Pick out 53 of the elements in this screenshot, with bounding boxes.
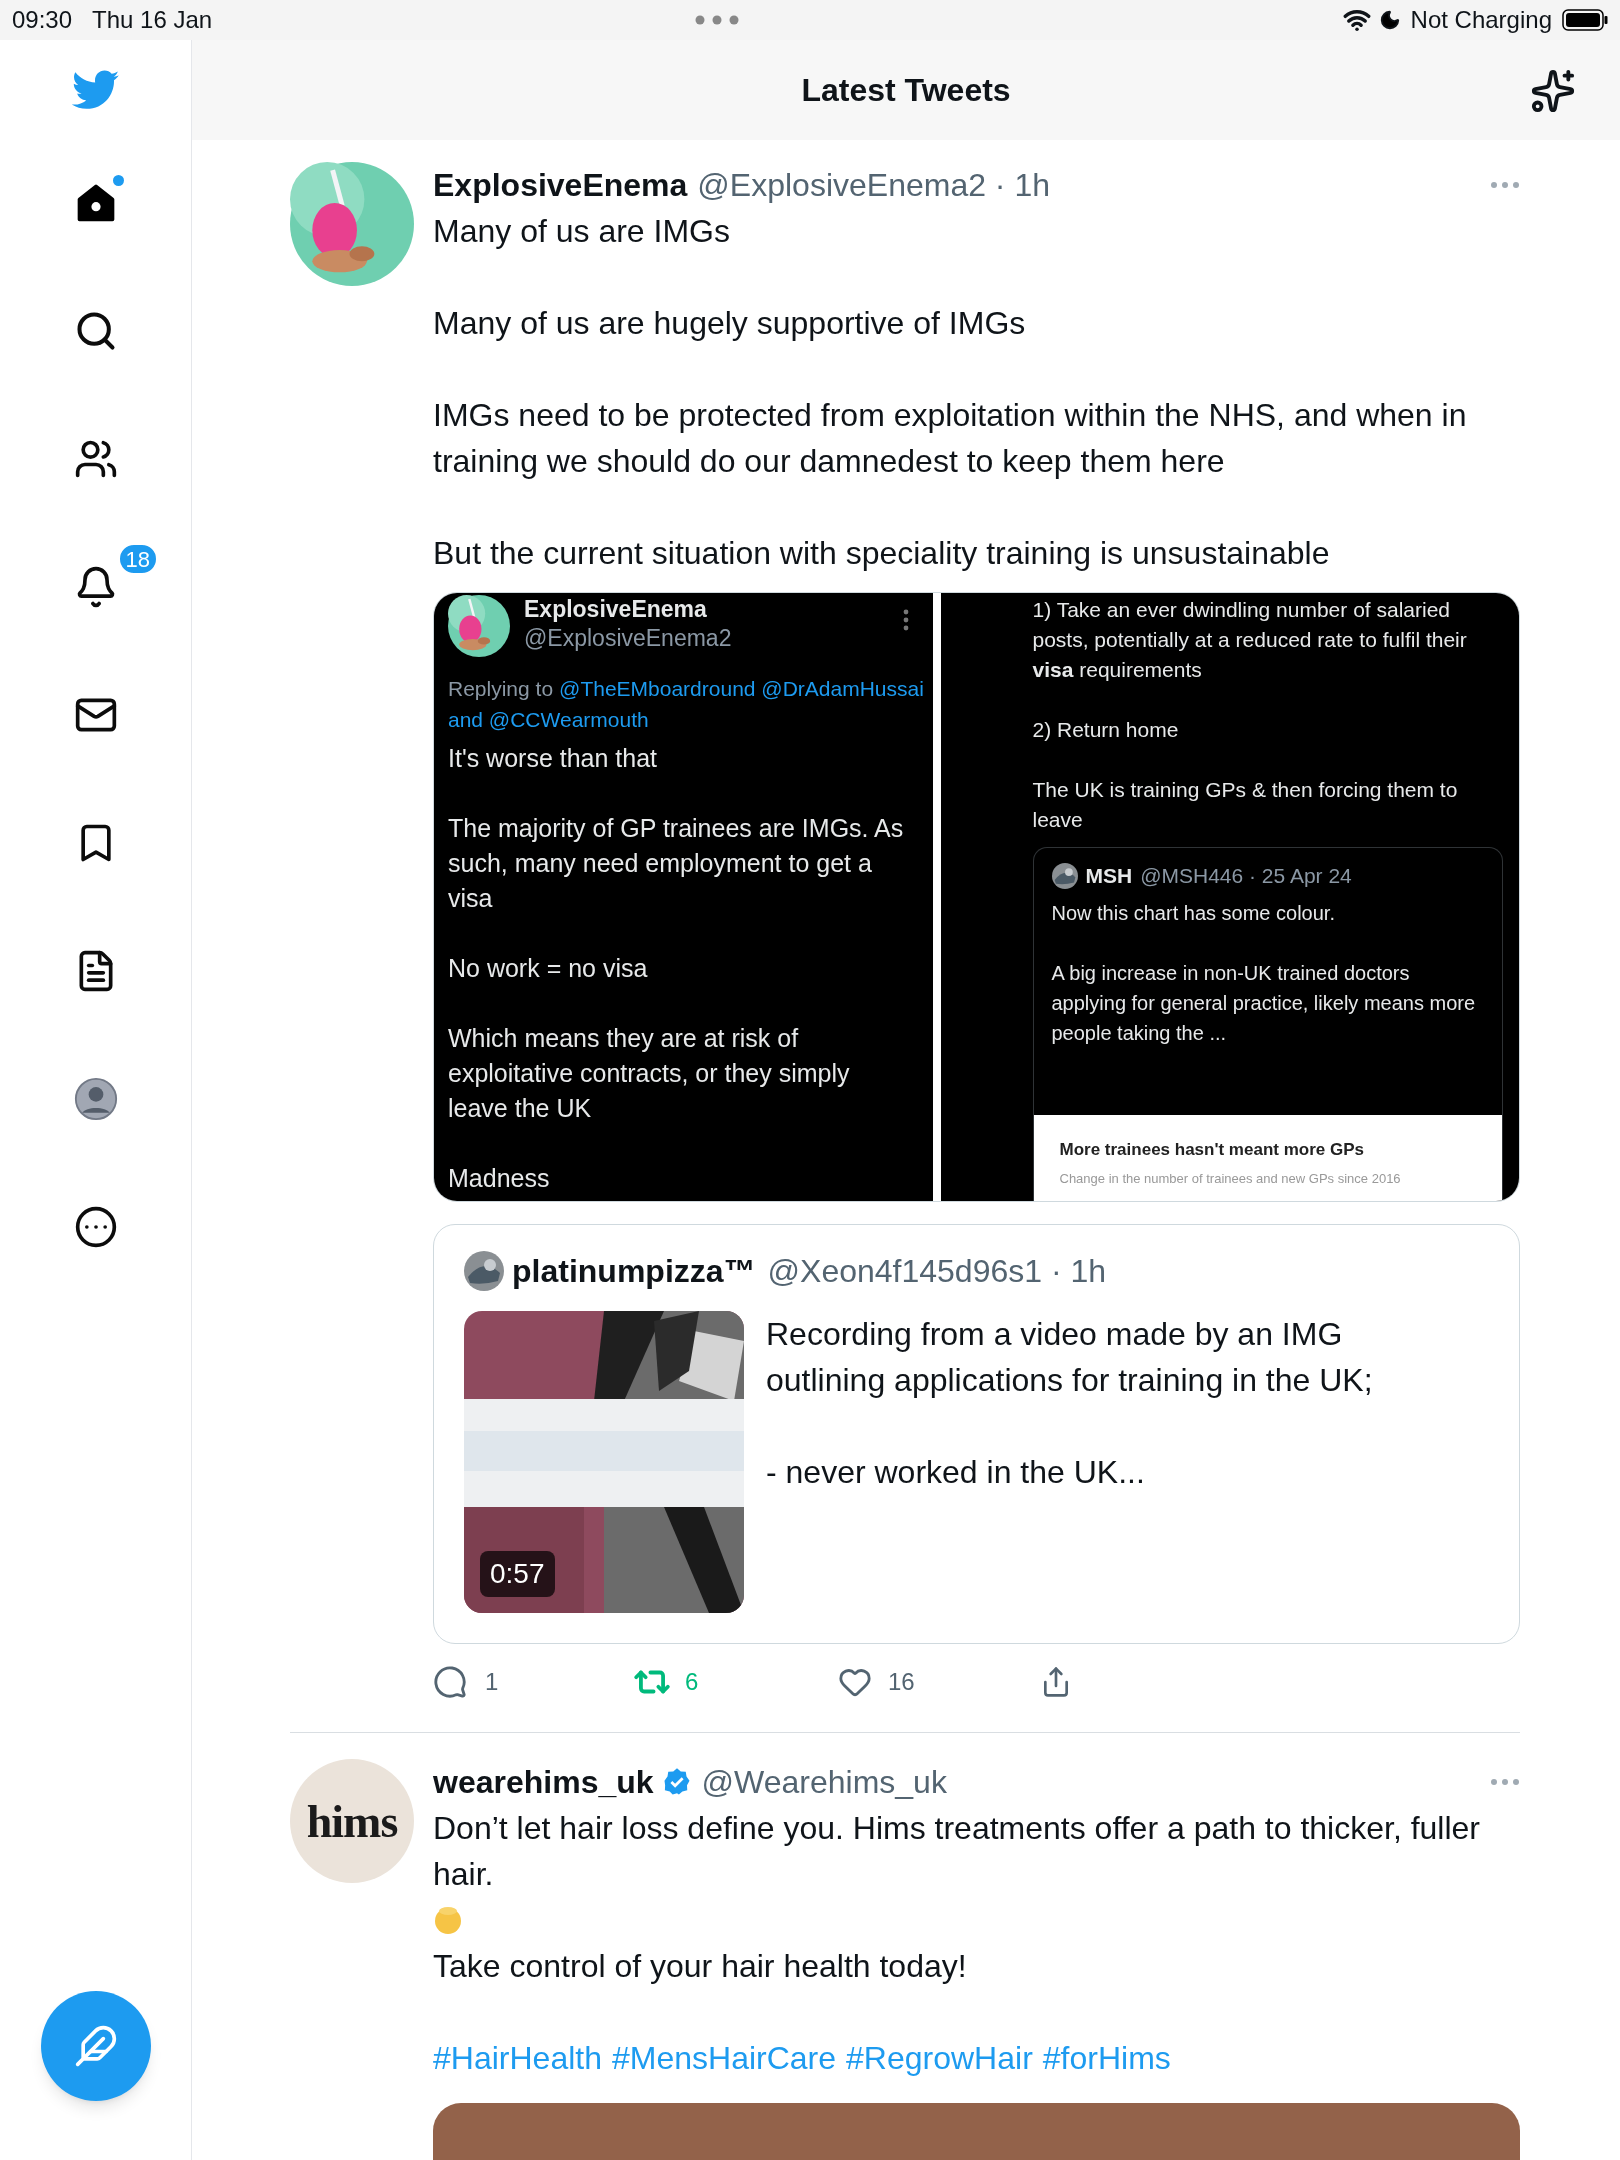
author-handle: @Xeon4f145d96s1 · 1h: [767, 1252, 1107, 1291]
tweet-text: Don’t let hair loss define you. Hims treatments offer a path to thicker, fuller hair.: [433, 1809, 1481, 1894]
tweet-text: It's worse than that: [448, 743, 659, 774]
tweet-text: The majority of GP trainees are IMGs. As such, many need employment to get a visa: [448, 813, 905, 914]
status-date: Thu 16 Jan: [92, 5, 213, 35]
page-title: Latest Tweets: [801, 71, 1011, 110]
sidebar-item[interactable]: [73, 1077, 118, 1121]
kebab-icon: [902, 609, 909, 631]
tweet-text: Madness: [448, 1163, 551, 1194]
author-name[interactable]: ExplosiveEnema: [433, 161, 688, 209]
tweet-text: But the current situation with speciality training is unsustainable: [433, 534, 1331, 573]
author-handle: @ExplosiveEnema2: [524, 624, 732, 653]
tweet-text: Which means they are at risk of exploitative contracts, or they simply leave the UK: [448, 1023, 851, 1124]
tweet-text: Now this chart has some colour.: [1051, 900, 1336, 926]
author-name: platinumpizza™: [512, 1252, 756, 1291]
author-handle: @Wearehims_uk: [701, 1763, 947, 1802]
status-time: 09:30: [12, 5, 73, 35]
tweet-text: The UK is training GPs & then forcing them to leave: [1032, 777, 1459, 833]
moon-icon: [1378, 9, 1401, 31]
video-thumbnail[interactable]: 0:57: [464, 1311, 744, 1613]
sparkle-icon[interactable]: [1530, 68, 1576, 114]
tweet-text: Many of us are hugely supportive of IMGs: [433, 304, 1027, 343]
replying-label: Replying to: [448, 676, 554, 702]
like-button[interactable]: 16: [838, 1664, 1040, 1700]
video-duration: 0:57: [480, 1551, 555, 1597]
tweet-text: Take control of your hair health today!: [433, 1947, 968, 1986]
tweet-text: Recording from a video made by an IMG outlining applications for training in the UK;: [766, 1315, 1374, 1400]
tweet-text: A big increase in non-UK trained doctors applying for general practice, likely means more people taking the ...: [1051, 960, 1477, 1046]
author-handle: @MSH446 · 25 Apr 24: [1140, 863, 1352, 889]
comment-icon: [433, 1665, 467, 1699]
tweet-text: - never worked in the UK...: [766, 1453, 1146, 1492]
author-name[interactable]: wearehims_uk: [433, 1758, 654, 1806]
author-name: MSH: [1085, 863, 1133, 889]
author-handle: @ExplosiveEnema2 · 1h: [697, 166, 1050, 205]
dots-icon: [695, 15, 740, 25]
battery-icon: [1562, 9, 1608, 31]
brand-avatar: hims: [290, 1759, 414, 1883]
charging-status: Not Charging: [1410, 5, 1552, 35]
sidebar-item[interactable]: [73, 1205, 118, 1249]
tweet-text: 2) Return home: [1032, 717, 1180, 743]
more-icon: [73, 1205, 118, 1249]
tweet-text: IMGs need to be protected from exploitation within the NHS, and when in training we should do our damnedest to keep them here: [433, 396, 1468, 481]
tweet-text: No work = no visa: [448, 953, 649, 984]
reply-button[interactable]: 1: [433, 1664, 633, 1700]
notification-badge: 18: [117, 543, 158, 575]
author-name: ExplosiveEnema: [524, 595, 708, 624]
quote-card[interactable]: platinumpizza™ @Xeon4f145d96s1 · 1h 0:57 Recording from a video made by an IMG outlining applications for training in the UK; - never worked in the UK...: [433, 1224, 1520, 1644]
chart-title: More trainees hasn't meant more GPs: [1059, 1139, 1365, 1161]
avatar-icon: [73, 1077, 118, 1121]
tweet-text: 1) Take an ever dwindling number of salaried posts, potentially at a reduced rate to fulfil their visa requirements: [1032, 597, 1468, 683]
chart-subtitle: Change in the number of trainees and new GPs since 2016: [1059, 1170, 1402, 1188]
feather-icon: [73, 2024, 118, 2068]
tweet-text: Many of us are IMGs: [433, 212, 731, 251]
